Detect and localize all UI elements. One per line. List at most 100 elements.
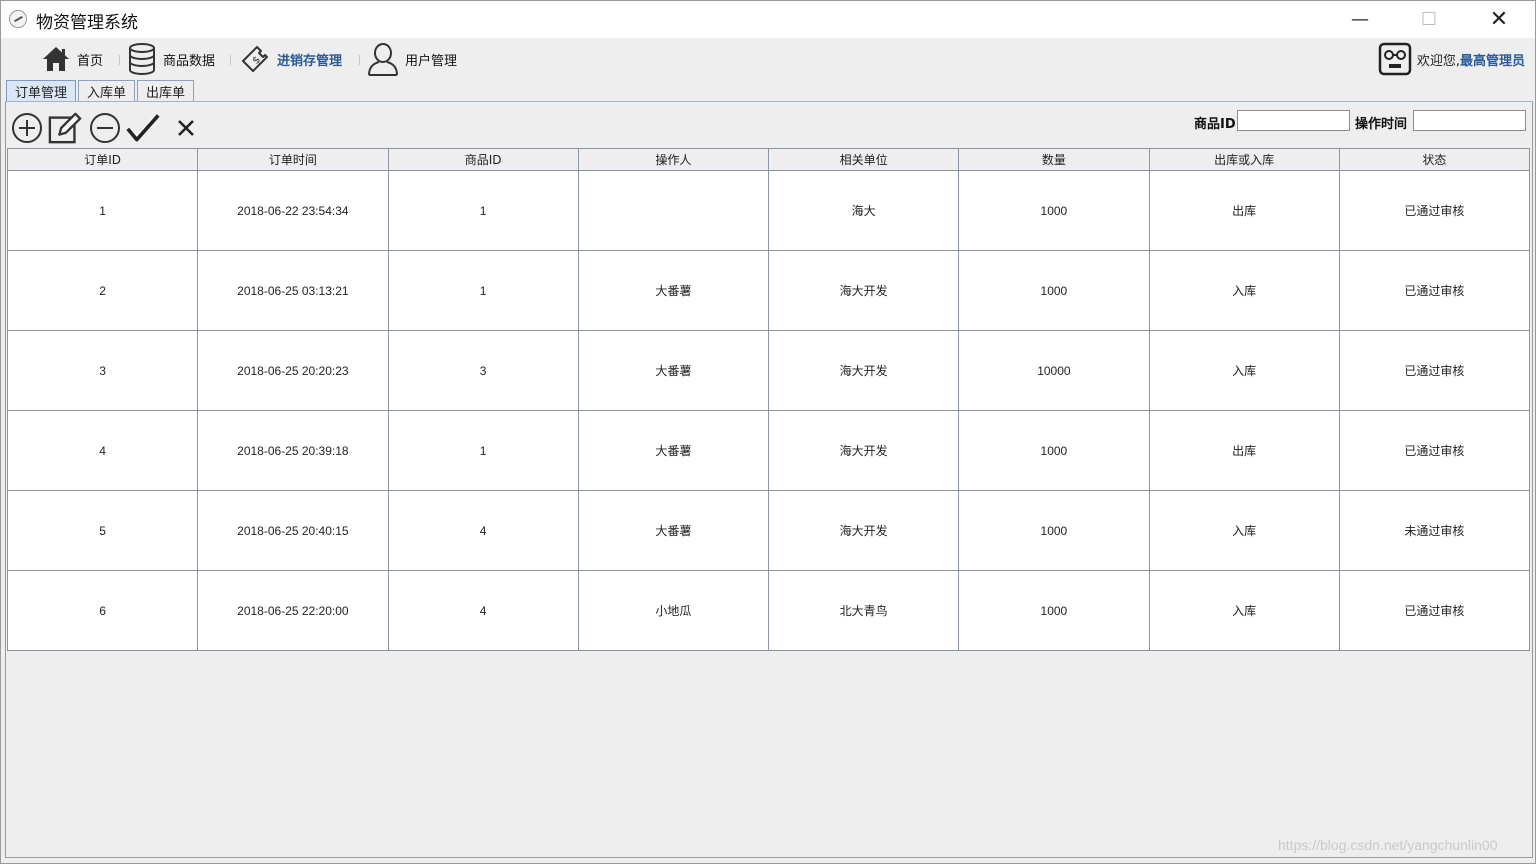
table-cell[interactable]: 北大青鸟 xyxy=(767,570,960,651)
column-header[interactable]: 操作人 xyxy=(577,148,770,171)
table-cell[interactable]: 4 xyxy=(387,490,579,571)
tab-bar: 订单管理 入库单 出库单 xyxy=(6,80,196,102)
tab-outbound[interactable]: 出库单 xyxy=(137,80,195,102)
menu-item-label: 商品数据 xyxy=(163,53,216,69)
menu-item-label: 首页 xyxy=(77,53,104,69)
table-cell[interactable]: 大番薯 xyxy=(577,250,770,331)
product-id-input[interactable] xyxy=(1237,110,1350,131)
table-cell[interactable]: 1 xyxy=(387,250,579,331)
table-cell[interactable]: 10000 xyxy=(958,330,1150,411)
table-cell[interactable]: 2018-06-25 20:39:18 xyxy=(197,410,389,491)
menu-item-product-data[interactable]: 商品数据 xyxy=(127,42,215,76)
tab-order-management[interactable]: 订单管理 xyxy=(6,80,77,102)
table-row[interactable]: 5 2018-06-25 20:40:15 4 大番薯 海大开发 1000 入库 未通过审核 xyxy=(6,490,1531,571)
table-cell[interactable]: 入库 xyxy=(1148,490,1340,571)
table-row[interactable]: 1 2018-06-22 23:54:34 1 海大 1000 出库 已通过审核 xyxy=(6,170,1531,251)
table-cell[interactable]: 出库 xyxy=(1148,170,1340,251)
table-cell[interactable]: 2018-06-25 20:20:23 xyxy=(197,330,389,411)
reject-button[interactable] xyxy=(169,111,203,145)
menu-item-home[interactable]: 首页 xyxy=(41,42,103,76)
table-cell[interactable]: 1000 xyxy=(958,250,1150,331)
table-cell[interactable]: 海大开发 xyxy=(767,490,960,571)
table-cell[interactable]: 1000 xyxy=(958,570,1150,651)
table-cell[interactable]: 入库 xyxy=(1148,570,1340,651)
menu-item-inventory[interactable]: $ 进销存管理 xyxy=(239,42,342,76)
table-cell[interactable]: 4 xyxy=(387,570,579,651)
column-header[interactable]: 商品ID xyxy=(387,148,579,171)
minus-circle-icon xyxy=(90,113,120,143)
table-cell[interactable]: 6 xyxy=(6,570,199,651)
table-cell[interactable]: 未通过审核 xyxy=(1338,490,1531,571)
order-panel: 商品ID 操作时间 订单ID 订单时间 商品ID 操作人 相关单位 数量 出库或… xyxy=(5,102,1533,858)
table-row[interactable]: 2 2018-06-25 03:13:21 1 大番薯 海大开发 1000 入库 已通过审核 xyxy=(6,250,1531,331)
app-logo-icon xyxy=(9,10,27,28)
table-cell[interactable]: 3 xyxy=(387,330,579,411)
table-cell[interactable]: 2 xyxy=(6,250,199,331)
table-cell[interactable]: 4 xyxy=(6,410,199,491)
column-header[interactable]: 订单ID xyxy=(6,148,199,171)
table-row[interactable]: 3 2018-06-25 20:20:23 3 大番薯 海大开发 10000 入库 已通过审核 xyxy=(6,330,1531,411)
table-row[interactable]: 6 2018-06-25 22:20:00 4 小地瓜 北大青鸟 1000 入库 已通过审核 xyxy=(6,570,1531,651)
ticket-icon: $ xyxy=(242,46,268,72)
column-header[interactable]: 订单时间 xyxy=(197,148,389,171)
menu-item-label: 用户管理 xyxy=(405,53,458,69)
table-cell[interactable]: 1000 xyxy=(958,410,1150,491)
table-cell[interactable]: 海大开发 xyxy=(767,330,960,411)
edit-button[interactable] xyxy=(48,111,82,145)
table-cell[interactable]: 1 xyxy=(387,410,579,491)
database-icon xyxy=(129,43,155,75)
table-cell[interactable]: 3 xyxy=(6,330,199,411)
close-button[interactable]: ✕ xyxy=(1476,1,1522,37)
column-header[interactable]: 数量 xyxy=(958,148,1150,171)
tab-inbound[interactable]: 入库单 xyxy=(78,80,136,102)
column-header[interactable]: 状态 xyxy=(1338,148,1531,171)
table-cell[interactable]: 1 xyxy=(6,170,199,251)
table-cell[interactable]: 已通过审核 xyxy=(1338,410,1531,491)
table-cell[interactable]: 已通过审核 xyxy=(1338,250,1531,331)
delete-button[interactable] xyxy=(88,111,122,145)
table-cell[interactable]: 1 xyxy=(387,170,579,251)
edit-icon xyxy=(48,112,82,144)
user-icon xyxy=(368,43,398,76)
table-cell[interactable]: 1000 xyxy=(958,490,1150,571)
table-cell[interactable]: 海大开发 xyxy=(767,250,960,331)
product-id-label: 商品ID xyxy=(1194,117,1236,132)
table-row[interactable]: 4 2018-06-25 20:39:18 1 大番薯 海大开发 1000 出库 已通过审核 xyxy=(6,410,1531,491)
operation-time-input[interactable] xyxy=(1413,110,1526,131)
table-cell[interactable]: 2018-06-25 22:20:00 xyxy=(197,570,389,651)
column-header[interactable]: 相关单位 xyxy=(767,148,960,171)
title-bar: 物资管理系统 — ☐ ✕ xyxy=(1,1,1535,38)
table-cell[interactable]: 海大开发 xyxy=(767,410,960,491)
table-cell[interactable]: 小地瓜 xyxy=(577,570,770,651)
operation-time-label: 操作时间 xyxy=(1355,117,1408,132)
maximize-button[interactable]: ☐ xyxy=(1406,1,1452,37)
table-cell[interactable] xyxy=(577,170,770,251)
table-cell[interactable]: 1000 xyxy=(958,170,1150,251)
table-cell[interactable]: 入库 xyxy=(1148,330,1340,411)
orders-table: 订单ID 订单时间 商品ID 操作人 相关单位 数量 出库或入库 状态 1 201… xyxy=(6,148,1531,651)
table-cell[interactable]: 已通过审核 xyxy=(1338,330,1531,411)
table-cell[interactable]: 海大 xyxy=(767,170,960,251)
menu-item-label: 进销存管理 xyxy=(277,53,343,69)
table-cell[interactable]: 大番薯 xyxy=(577,490,770,571)
table-cell[interactable]: 2018-06-22 23:54:34 xyxy=(197,170,389,251)
table-header-row: 订单ID 订单时间 商品ID 操作人 相关单位 数量 出库或入库 状态 xyxy=(6,148,1531,171)
minimize-button[interactable]: — xyxy=(1337,1,1383,37)
table-cell[interactable]: 已通过审核 xyxy=(1338,170,1531,251)
table-cell[interactable]: 入库 xyxy=(1148,250,1340,331)
table-cell[interactable]: 2018-06-25 03:13:21 xyxy=(197,250,389,331)
user-name[interactable]: 最高管理员 xyxy=(1460,50,1525,69)
menu-divider xyxy=(230,55,231,65)
table-cell[interactable]: 5 xyxy=(6,490,199,571)
add-button[interactable] xyxy=(10,111,44,145)
plus-circle-icon xyxy=(12,113,42,143)
table-cell[interactable]: 已通过审核 xyxy=(1338,570,1531,651)
table-cell[interactable]: 大番薯 xyxy=(577,410,770,491)
table-cell[interactable]: 大番薯 xyxy=(577,330,770,411)
approve-button[interactable] xyxy=(126,111,160,145)
table-cell[interactable]: 2018-06-25 20:40:15 xyxy=(197,490,389,571)
checkmark-icon xyxy=(126,114,160,142)
column-header[interactable]: 出库或入库 xyxy=(1148,148,1340,171)
menu-item-user-management[interactable]: 用户管理 xyxy=(367,42,457,76)
table-cell[interactable]: 出库 xyxy=(1148,410,1340,491)
